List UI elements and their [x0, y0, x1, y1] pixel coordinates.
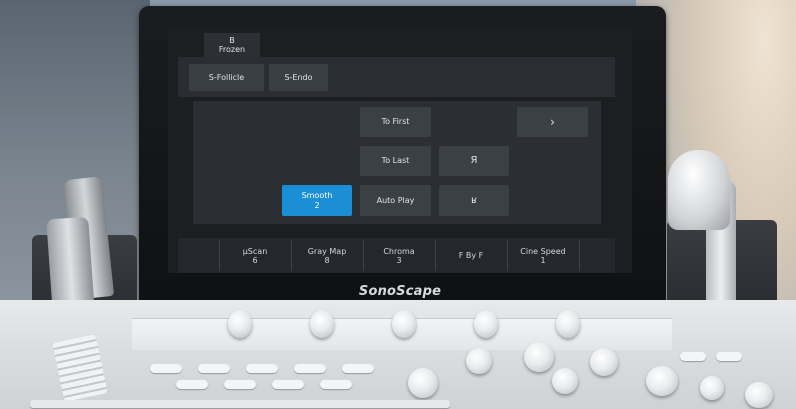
console-key[interactable]: [320, 380, 352, 389]
knob-chroma[interactable]: Chroma 3: [363, 238, 435, 273]
knob-label: F By F: [458, 251, 484, 260]
knob-label: Gray Map: [307, 246, 347, 256]
console-key[interactable]: [294, 364, 326, 373]
knob-label: Cine Speed: [520, 246, 566, 256]
console-key[interactable]: [224, 380, 256, 389]
console-key[interactable]: [716, 352, 742, 361]
smooth-label: Smooth: [301, 190, 333, 200]
console-knob-9[interactable]: [408, 368, 438, 398]
console-key[interactable]: [176, 380, 208, 389]
knob-cine-speed[interactable]: Cine Speed 1: [507, 238, 579, 273]
console-knob-11[interactable]: [646, 366, 678, 396]
auto-play-button[interactable]: Auto Play: [360, 185, 431, 216]
knob-label: Chroma: [383, 246, 415, 256]
smooth-button[interactable]: Smooth 2: [282, 185, 352, 216]
flip-k-button[interactable]: ʁ: [439, 185, 509, 216]
console-knob-6[interactable]: [466, 348, 492, 374]
knob-value: 6: [252, 255, 258, 265]
console-key[interactable]: [342, 364, 374, 373]
console-key[interactable]: [198, 364, 230, 373]
console-knob-2[interactable]: [310, 310, 334, 338]
console-knob-4[interactable]: [474, 310, 498, 338]
console-knob-1[interactable]: [228, 310, 252, 338]
preset-s-follicle-button[interactable]: S-Follicle: [189, 64, 264, 91]
knob-value: 3: [396, 255, 402, 265]
console-knob-12[interactable]: [700, 376, 724, 400]
knob-uscan[interactable]: μScan 6: [219, 238, 291, 273]
console-knob-7[interactable]: [524, 342, 554, 372]
console-knob-3[interactable]: [392, 310, 416, 338]
tab-b-frozen[interactable]: B Frozen: [204, 33, 260, 57]
knob-gray-map[interactable]: Gray Map 8: [291, 238, 363, 273]
knob-value: 1: [540, 255, 546, 265]
console-knob-8[interactable]: [590, 348, 618, 376]
knob-f-by-f[interactable]: F By F: [435, 238, 507, 273]
console-key[interactable]: [272, 380, 304, 389]
next-page-button[interactable]: ›: [517, 107, 588, 137]
console-key[interactable]: [150, 364, 182, 373]
to-first-button[interactable]: To First: [360, 107, 431, 137]
tab-line2: Frozen: [218, 45, 246, 54]
to-last-button[interactable]: To Last: [360, 146, 431, 176]
brand-logo: SonoScape: [358, 284, 442, 299]
tab-line1: B: [229, 36, 235, 45]
console-key[interactable]: [680, 352, 706, 361]
preset-s-endo-button[interactable]: S-Endo: [269, 64, 328, 91]
console-knob-13[interactable]: [745, 382, 773, 408]
console-key[interactable]: [246, 364, 278, 373]
function-key-row[interactable]: [30, 400, 450, 408]
divider: [579, 240, 580, 271]
smooth-value: 2: [314, 200, 320, 210]
knob-value: 8: [324, 255, 330, 265]
probe-right-head: [668, 150, 730, 230]
console-knob-10[interactable]: [552, 368, 578, 394]
reverse-r-button[interactable]: Я: [439, 146, 509, 176]
console-knob-5[interactable]: [556, 310, 580, 338]
knob-label: μScan: [242, 246, 268, 256]
